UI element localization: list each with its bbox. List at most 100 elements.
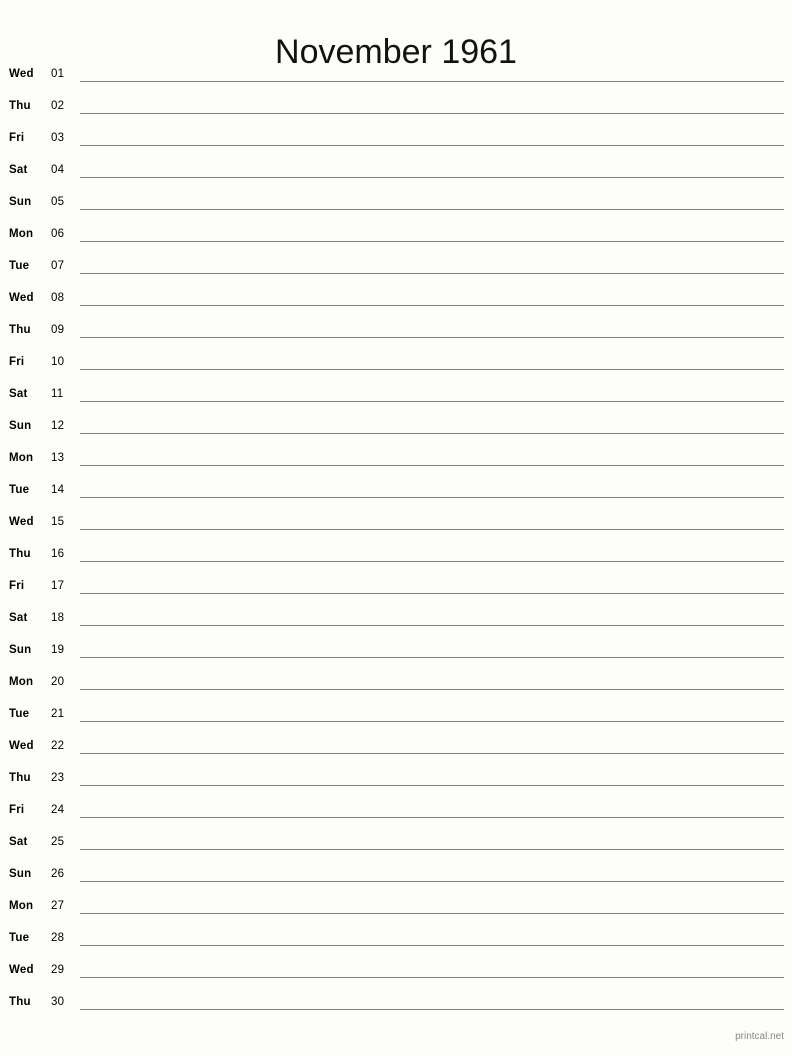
day-weekday-label: Sun — [9, 196, 32, 208]
day-number-label: 07 — [51, 260, 65, 272]
day-write-line[interactable] — [80, 1009, 784, 1010]
day-write-line[interactable] — [80, 81, 784, 82]
day-write-line[interactable] — [80, 625, 784, 626]
day-write-line[interactable] — [80, 881, 784, 882]
day-row[interactable]: Mon 20 — [0, 668, 792, 700]
day-number-label: 23 — [51, 772, 65, 784]
day-row[interactable]: Thu 30 — [0, 988, 792, 1020]
day-weekday-label: Thu — [9, 996, 31, 1008]
day-write-line[interactable] — [80, 465, 784, 466]
day-write-line[interactable] — [80, 945, 784, 946]
day-row[interactable]: Wed 22 — [0, 732, 792, 764]
day-number-label: 18 — [51, 612, 65, 624]
day-row[interactable]: Thu 02 — [0, 92, 792, 124]
day-write-line[interactable] — [80, 337, 784, 338]
day-row[interactable]: Wed 29 — [0, 956, 792, 988]
day-number-label: 04 — [51, 164, 65, 176]
day-number-label: 13 — [51, 452, 65, 464]
day-write-line[interactable] — [80, 241, 784, 242]
day-row[interactable]: Wed 08 — [0, 284, 792, 316]
day-row[interactable]: Sat 25 — [0, 828, 792, 860]
day-weekday-label: Wed — [9, 964, 34, 976]
day-row[interactable]: Tue 21 — [0, 700, 792, 732]
day-write-line[interactable] — [80, 721, 784, 722]
day-write-line[interactable] — [80, 561, 784, 562]
day-write-line[interactable] — [80, 977, 784, 978]
day-row[interactable]: Fri 03 — [0, 124, 792, 156]
day-write-line[interactable] — [80, 817, 784, 818]
day-row[interactable]: Sat 11 — [0, 380, 792, 412]
day-write-line[interactable] — [80, 689, 784, 690]
day-write-line[interactable] — [80, 305, 784, 306]
day-row-list: Wed 01 Thu 02 Fri 03 Sat 04 Sun 05 Mon 06 Tue 07 Wed 08… — [0, 60, 792, 1020]
day-row[interactable]: Sat 18 — [0, 604, 792, 636]
day-write-line[interactable] — [80, 529, 784, 530]
day-number-label: 24 — [51, 804, 65, 816]
day-write-line[interactable] — [80, 913, 784, 914]
day-weekday-label: Mon — [9, 676, 34, 688]
day-row[interactable]: Tue 07 — [0, 252, 792, 284]
day-row[interactable]: Thu 16 — [0, 540, 792, 572]
day-row[interactable]: Wed 15 — [0, 508, 792, 540]
printable-calendar-page: November 1961 Wed 01 Thu 02 Fri 03 Sat 04 Sun 05 M… — [0, 0, 792, 1056]
day-write-line[interactable] — [80, 433, 784, 434]
day-write-line[interactable] — [80, 145, 784, 146]
day-row[interactable]: Tue 14 — [0, 476, 792, 508]
day-row[interactable]: Mon 27 — [0, 892, 792, 924]
day-number-label: 30 — [51, 996, 65, 1008]
day-number-label: 21 — [51, 708, 65, 720]
day-row[interactable]: Fri 24 — [0, 796, 792, 828]
day-write-line[interactable] — [80, 113, 784, 114]
day-row[interactable]: Tue 28 — [0, 924, 792, 956]
day-number-label: 25 — [51, 836, 65, 848]
day-weekday-label: Fri — [9, 356, 25, 368]
day-number-label: 16 — [51, 548, 65, 560]
day-number-label: 27 — [51, 900, 65, 912]
day-write-line[interactable] — [80, 177, 784, 178]
day-weekday-label: Mon — [9, 900, 34, 912]
day-number-label: 01 — [51, 68, 65, 80]
day-write-line[interactable] — [80, 497, 784, 498]
day-write-line[interactable] — [80, 785, 784, 786]
day-row[interactable]: Fri 17 — [0, 572, 792, 604]
day-write-line[interactable] — [80, 401, 784, 402]
day-row[interactable]: Mon 06 — [0, 220, 792, 252]
day-weekday-label: Fri — [9, 580, 25, 592]
day-row[interactable]: Sat 04 — [0, 156, 792, 188]
day-number-label: 05 — [51, 196, 65, 208]
day-weekday-label: Sun — [9, 868, 32, 880]
day-weekday-label: Mon — [9, 452, 34, 464]
day-weekday-label: Sat — [9, 836, 28, 848]
day-weekday-label: Sun — [9, 420, 32, 432]
day-write-line[interactable] — [80, 593, 784, 594]
day-row[interactable]: Sun 26 — [0, 860, 792, 892]
footer-credit: printcal.net — [735, 1031, 784, 1042]
day-number-label: 15 — [51, 516, 65, 528]
day-weekday-label: Thu — [9, 324, 31, 336]
day-write-line[interactable] — [80, 753, 784, 754]
day-write-line[interactable] — [80, 273, 784, 274]
day-number-label: 08 — [51, 292, 65, 304]
day-weekday-label: Sat — [9, 388, 28, 400]
day-row[interactable]: Sun 12 — [0, 412, 792, 444]
day-write-line[interactable] — [80, 657, 784, 658]
day-write-line[interactable] — [80, 209, 784, 210]
day-row[interactable]: Mon 13 — [0, 444, 792, 476]
day-number-label: 06 — [51, 228, 65, 240]
day-row[interactable]: Thu 09 — [0, 316, 792, 348]
day-weekday-label: Thu — [9, 548, 31, 560]
day-row[interactable]: Sun 05 — [0, 188, 792, 220]
day-row[interactable]: Sun 19 — [0, 636, 792, 668]
day-weekday-label: Sat — [9, 164, 28, 176]
day-number-label: 19 — [51, 644, 65, 656]
day-row[interactable]: Fri 10 — [0, 348, 792, 380]
day-number-label: 26 — [51, 868, 65, 880]
day-weekday-label: Fri — [9, 804, 25, 816]
day-weekday-label: Thu — [9, 100, 31, 112]
day-write-line[interactable] — [80, 849, 784, 850]
day-write-line[interactable] — [80, 369, 784, 370]
day-row[interactable]: Wed 01 — [0, 60, 792, 92]
day-number-label: 14 — [51, 484, 65, 496]
day-row[interactable]: Thu 23 — [0, 764, 792, 796]
day-weekday-label: Thu — [9, 772, 31, 784]
